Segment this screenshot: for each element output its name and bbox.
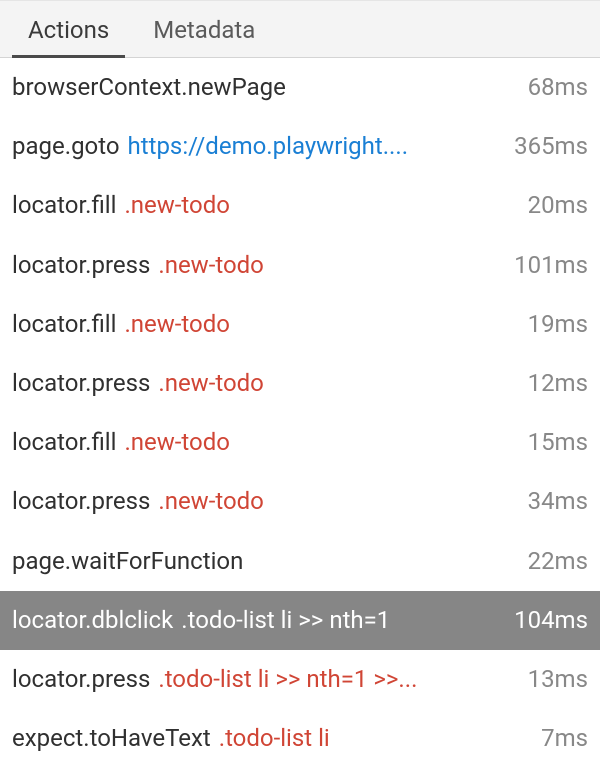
tab-metadata[interactable]: Metadata (131, 1, 277, 57)
action-duration: 34ms (528, 486, 588, 517)
action-name: locator.press (12, 664, 150, 695)
action-row[interactable]: locator.press .new-todo 101ms (0, 236, 600, 295)
action-detail: .new-todo (158, 486, 264, 517)
tabs: Actions Metadata (0, 0, 600, 58)
action-duration: 101ms (514, 250, 588, 281)
action-detail: .todo-list li >> nth=1 (181, 605, 390, 636)
action-name: browserContext.newPage (12, 72, 286, 103)
action-detail: .new-todo (124, 309, 230, 340)
action-name: locator.fill (12, 190, 116, 221)
action-name: locator.press (12, 486, 150, 517)
action-duration: 365ms (514, 131, 588, 162)
action-row[interactable]: locator.dblclick .todo-list li >> nth=1 10… (0, 591, 600, 650)
action-name: locator.dblclick (12, 605, 173, 636)
action-name: locator.press (12, 250, 150, 281)
action-duration: 13ms (528, 664, 588, 695)
action-detail: .todo-list li >> nth=1 >>... (158, 664, 417, 695)
action-name: locator.fill (12, 427, 116, 458)
action-row[interactable]: locator.press .new-todo 12ms (0, 354, 600, 413)
action-row[interactable]: page.waitForFunction 22ms (0, 532, 600, 591)
action-duration: 15ms (528, 427, 588, 458)
action-duration: 7ms (541, 723, 588, 754)
action-row[interactable]: locator.fill .new-todo 19ms (0, 295, 600, 354)
action-name: expect.toHaveText (12, 723, 211, 754)
action-row[interactable]: locator.fill .new-todo 15ms (0, 413, 600, 472)
action-duration: 104ms (514, 605, 588, 636)
action-detail: .new-todo (158, 368, 264, 399)
action-detail: .new-todo (124, 190, 230, 221)
action-detail: .new-todo (158, 250, 264, 281)
action-name: page.goto (12, 131, 120, 162)
action-detail: .new-todo (124, 427, 230, 458)
action-detail: .todo-list li (219, 723, 330, 754)
action-duration: 22ms (528, 546, 588, 577)
action-name: locator.press (12, 368, 150, 399)
action-row[interactable]: expect.toHaveText .todo-list li 7ms (0, 709, 600, 768)
action-row[interactable]: locator.fill .new-todo 20ms (0, 176, 600, 235)
tab-actions[interactable]: Actions (6, 1, 131, 57)
action-row[interactable]: locator.press .new-todo 34ms (0, 472, 600, 531)
action-name: locator.fill (12, 309, 116, 340)
action-duration: 68ms (528, 72, 588, 103)
action-duration: 19ms (528, 309, 588, 340)
action-name: page.waitForFunction (12, 546, 243, 577)
action-detail: https://demo.playwright.... (128, 131, 409, 162)
action-duration: 20ms (528, 190, 588, 221)
action-duration: 12ms (528, 368, 588, 399)
action-row[interactable]: browserContext.newPage 68ms (0, 58, 600, 117)
action-list: browserContext.newPage 68ms page.goto https… (0, 58, 600, 768)
action-row[interactable]: locator.press .todo-list li >> nth=1 >>..… (0, 650, 600, 709)
action-row[interactable]: page.goto https://demo.playwright.... 365m… (0, 117, 600, 176)
